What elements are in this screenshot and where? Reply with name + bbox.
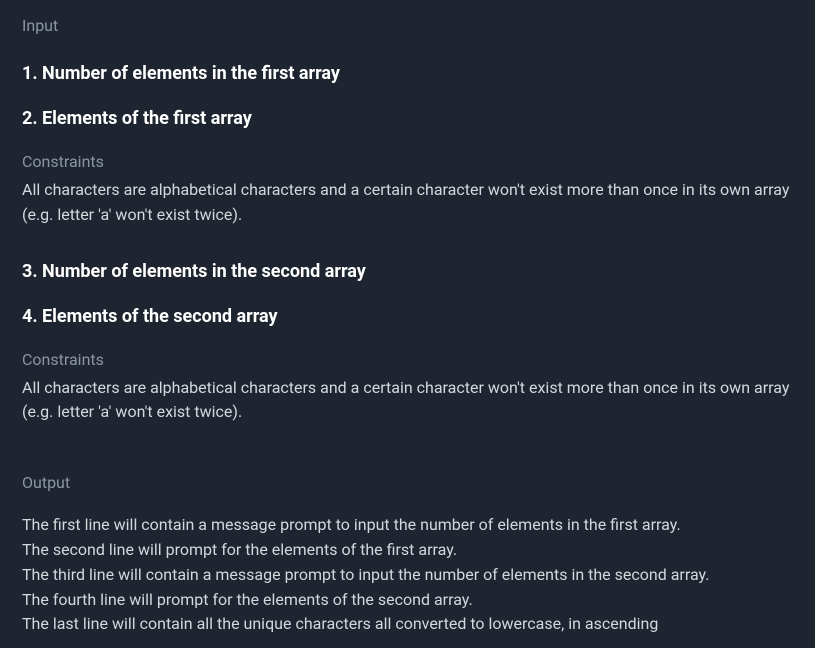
output-label: Output <box>22 471 793 495</box>
item-number: 2. <box>22 108 38 129</box>
input-item-2: 2. Elements of the first array <box>22 105 793 132</box>
output-line-3: The third line will contain a message pr… <box>22 563 793 588</box>
input-label: Input <box>22 14 793 38</box>
input-item-3: 3. Number of elements in the second arra… <box>22 258 793 285</box>
constraints-text-1: All characters are alphabetical characte… <box>22 178 793 228</box>
item-text: Number of elements in the second array <box>42 261 366 282</box>
item-text: Number of elements in the first array <box>42 63 340 84</box>
output-line-1: The first line will contain a message pr… <box>22 513 793 538</box>
constraints-label-1: Constraints <box>22 150 793 174</box>
output-section: Output The first line will contain a mes… <box>22 471 793 637</box>
input-item-4: 4. Elements of the second array <box>22 303 793 330</box>
item-number: 4. <box>22 306 38 327</box>
output-line-4: The fourth line will prompt for the elem… <box>22 588 793 613</box>
item-number: 1. <box>22 63 38 84</box>
input-item-1: 1. Number of elements in the first array <box>22 60 793 87</box>
item-number: 3. <box>22 261 38 282</box>
constraints-label-2: Constraints <box>22 348 793 372</box>
input-section: Input 1. Number of elements in the first… <box>22 14 793 425</box>
constraints-text-2: All characters are alphabetical characte… <box>22 376 793 426</box>
item-text: Elements of the second array <box>42 306 278 327</box>
item-text: Elements of the first array <box>42 108 252 129</box>
output-line-5: The last line will contain all the uniqu… <box>22 612 793 637</box>
constraints-block-1: Constraints All characters are alphabeti… <box>22 150 793 228</box>
constraints-block-2: Constraints All characters are alphabeti… <box>22 348 793 426</box>
output-text: The first line will contain a message pr… <box>22 513 793 637</box>
output-line-2: The second line will prompt for the elem… <box>22 538 793 563</box>
